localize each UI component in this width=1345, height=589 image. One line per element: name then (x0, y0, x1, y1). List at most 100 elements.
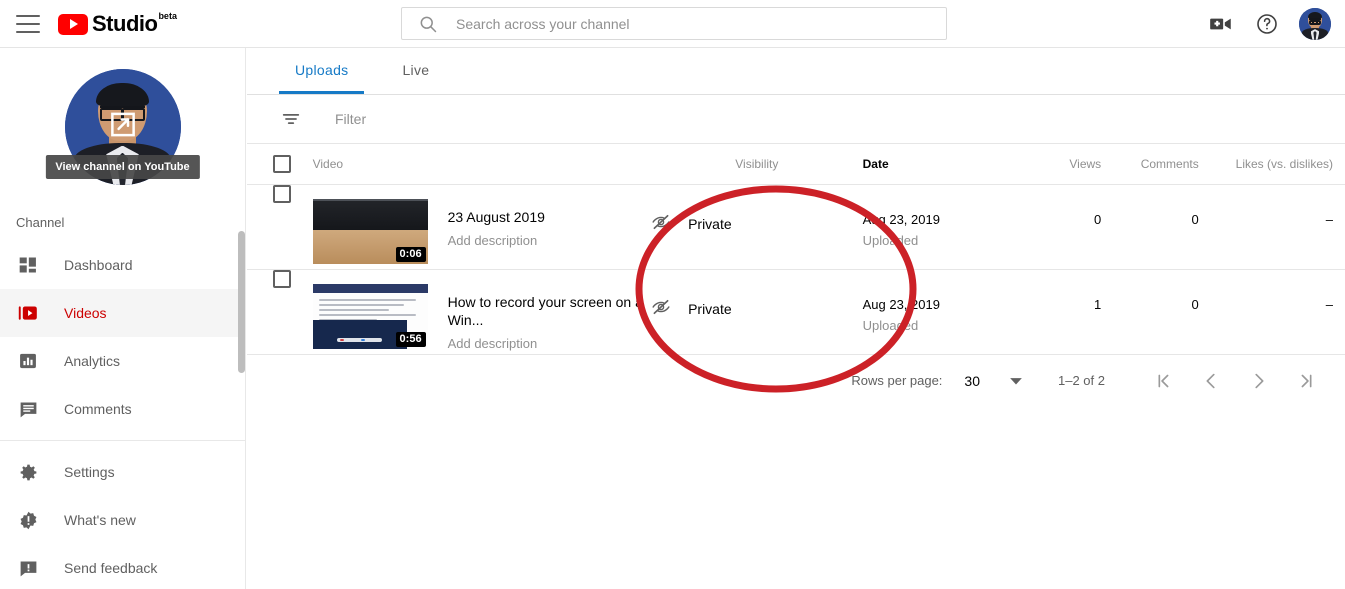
row-video-cell: 0:06 23 August 2019 Add description (312, 184, 651, 269)
filter-icon[interactable] (279, 107, 303, 131)
previous-page-icon[interactable] (1191, 361, 1231, 401)
first-page-icon[interactable] (1143, 361, 1183, 401)
row-likes-cell: – (1213, 269, 1345, 354)
filter-bar (247, 95, 1345, 144)
pagination-bar: Rows per page: 30 1–2 of 2 (247, 355, 1345, 407)
tab-live[interactable]: Live (386, 48, 445, 94)
sidebar-item-label: Analytics (64, 353, 121, 369)
sidebar-item-analytics[interactable]: Analytics (0, 337, 245, 385)
hamburger-menu-icon[interactable] (16, 14, 40, 33)
sidebar-item-label: Comments (64, 401, 132, 417)
row-views-cell: 0 (1014, 184, 1111, 269)
open-in-new-icon[interactable] (108, 110, 138, 145)
video-date-status: Uploaded (862, 232, 919, 248)
select-all-cell (247, 144, 313, 184)
table-header-row: Video Visibility Date Views Comments Lik… (247, 144, 1345, 184)
comment-bubble-icon (16, 397, 40, 421)
youtube-play-icon (58, 13, 88, 35)
row-checkbox[interactable] (273, 269, 291, 288)
sidebar-section-label: Channel (16, 215, 65, 230)
search-input[interactable] (454, 8, 914, 39)
new-releases-icon (16, 508, 40, 532)
avatar[interactable] (1299, 8, 1331, 40)
video-title[interactable]: 23 August 2019 (448, 208, 545, 226)
video-views: 1 (1093, 296, 1102, 312)
column-header-visibility[interactable]: Visibility (651, 144, 863, 184)
row-visibility-cell: Private (651, 269, 863, 354)
sidebar-item-whats-new[interactable]: What's new (0, 496, 245, 544)
avatar-image (1299, 8, 1331, 40)
video-date: Aug 23, 2019 (862, 211, 940, 227)
sidebar-item-videos[interactable]: Videos (0, 289, 245, 337)
column-header-comments[interactable]: Comments (1111, 144, 1213, 184)
column-header-video[interactable]: Video (313, 144, 651, 184)
column-header-views[interactable]: Views (1014, 144, 1111, 184)
tab-uploads[interactable]: Uploads (279, 48, 365, 94)
visibility-label: Private (688, 301, 732, 317)
video-thumbnail[interactable]: 0:56 (312, 283, 428, 349)
avatar-tooltip: View channel on YouTube (45, 155, 200, 179)
sidebar-item-send-feedback[interactable]: Send feedback (0, 544, 245, 589)
video-camera-plus-icon[interactable] (1207, 10, 1235, 38)
row-visibility-cell: Private (651, 184, 863, 269)
video-library-icon (16, 301, 40, 325)
tab-label: Live (402, 62, 430, 78)
row-views-cell: 1 (1014, 269, 1111, 354)
video-likes: – (1325, 211, 1333, 227)
video-comments: 0 (1191, 296, 1199, 312)
channel-avatar-button[interactable]: View channel on YouTube (45, 69, 200, 185)
content-tabs: Uploads Live (247, 48, 1345, 95)
column-header-date[interactable]: Date (863, 144, 1014, 184)
video-duration: 0:06 (395, 246, 426, 262)
search-icon (418, 14, 438, 34)
video-thumbnail[interactable]: 0:06 (312, 198, 428, 264)
tab-label: Uploads (295, 62, 349, 78)
next-page-icon[interactable] (1239, 361, 1279, 401)
video-date-status: Uploaded (862, 317, 919, 333)
top-header: Studio beta (0, 0, 1345, 48)
gear-icon (16, 460, 40, 484)
rows-per-page-value[interactable]: 30 (964, 373, 980, 389)
sidebar-item-label: Send feedback (64, 560, 158, 576)
video-title[interactable]: How to record your screen on a Win... (448, 293, 651, 329)
video-comments: 0 (1191, 211, 1199, 227)
sidebar-item-comments[interactable]: Comments (0, 385, 245, 433)
table-row[interactable]: 0:06 23 August 2019 Add description Priv… (247, 184, 1345, 269)
sidebar-item-label: Dashboard (64, 257, 133, 273)
sidebar-item-label: What's new (64, 512, 136, 528)
search-bar[interactable] (401, 7, 947, 40)
caret-down-icon[interactable] (1004, 369, 1028, 393)
pagination-range: 1–2 of 2 (1058, 373, 1105, 388)
youtube-studio-app: Studio beta Search across your channel V… (0, 0, 1345, 589)
logo-text: Studio (92, 10, 158, 36)
column-header-likes[interactable]: Likes (vs. dislikes) (1213, 144, 1345, 184)
row-checkbox[interactable] (273, 184, 291, 203)
sidebar-item-settings[interactable]: Settings (0, 448, 245, 496)
table-row[interactable]: 0:56 How to record your screen on a Win.… (247, 269, 1345, 354)
video-description[interactable]: Add description (448, 336, 651, 351)
row-comments-cell: 0 (1111, 269, 1213, 354)
video-date: Aug 23, 2019 (862, 296, 940, 312)
sidebar: View channel on YouTube Channel Dashboar… (0, 48, 246, 589)
visibility-label: Private (688, 216, 732, 232)
row-likes-cell: – (1213, 184, 1345, 269)
rows-per-page-label: Rows per page: (851, 373, 943, 388)
help-circle-icon[interactable] (1253, 10, 1281, 38)
eye-off-icon (651, 212, 671, 237)
select-all-checkbox[interactable] (273, 154, 291, 173)
filter-input[interactable] (333, 110, 653, 128)
video-duration: 0:56 (395, 331, 426, 347)
logo-beta-badge: beta (158, 10, 177, 21)
dashboard-grid-icon (16, 253, 40, 277)
row-select-cell (247, 184, 313, 269)
video-description[interactable]: Add description (448, 233, 545, 248)
studio-logo[interactable]: Studio beta (58, 9, 177, 39)
sidebar-item-dashboard[interactable]: Dashboard (0, 241, 245, 289)
bar-chart-icon (16, 349, 40, 373)
last-page-icon[interactable] (1287, 361, 1327, 401)
header-actions (1207, 0, 1331, 48)
sidebar-divider (0, 440, 245, 441)
sidebar-scrollbar[interactable] (238, 231, 245, 373)
video-views: 0 (1093, 211, 1102, 227)
row-video-cell: 0:56 How to record your screen on a Win.… (312, 269, 651, 354)
